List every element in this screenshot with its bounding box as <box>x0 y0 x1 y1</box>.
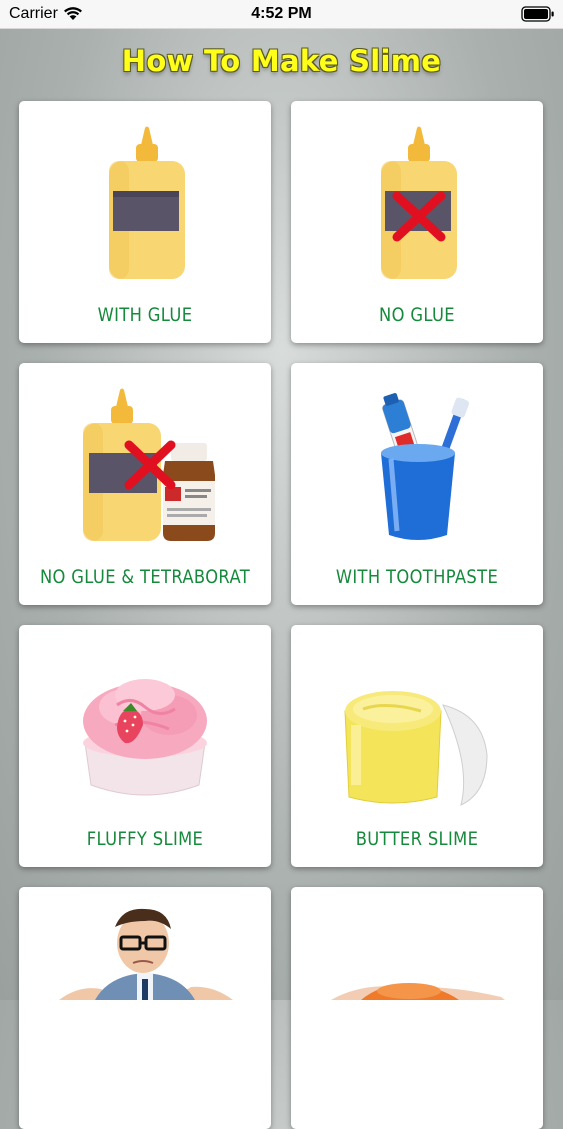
recipe-card-no-glue-tetraborat[interactable]: NO GLUE & TETRABORAT <box>19 363 271 605</box>
glue-bottle-crossed-image <box>381 126 457 279</box>
battery-icon <box>521 6 555 27</box>
pink-fluffy-slime-image <box>83 679 207 796</box>
recipe-label: BUTTER SLIME <box>355 828 479 850</box>
clock: 4:52 PM <box>251 5 312 22</box>
recipe-card-with-glue[interactable]: WITH GLUE <box>19 101 271 343</box>
glue-and-medicine-image <box>83 388 215 541</box>
recipe-card-no-glue[interactable]: NO GLUE <box>291 101 543 343</box>
status-bar: Carrier 4:52 PM <box>0 0 563 29</box>
recipe-card-confused-man[interactable] <box>19 887 271 1129</box>
confused-man-image <box>59 908 233 1000</box>
glue-bottle-image <box>109 126 185 279</box>
recipe-card-butter-slime[interactable]: BUTTER SLIME <box>291 625 543 867</box>
recipe-label: NO GLUE & TETRABORAT <box>39 566 251 588</box>
recipe-label: NO GLUE <box>379 304 455 326</box>
orange-slime-hand-image <box>331 983 505 1000</box>
recipe-card-fluffy-slime[interactable]: FLUFFY SLIME <box>19 625 271 867</box>
recipe-label: WITH GLUE <box>97 304 193 326</box>
recipe-card-with-toothpaste[interactable]: WITH TOOTHPASTE <box>291 363 543 605</box>
page-title: How To Make Slime <box>121 44 442 78</box>
yellow-butter-slime-image <box>344 691 488 806</box>
toothpaste-cup-image <box>381 393 470 540</box>
recipe-label: WITH TOOTHPASTE <box>335 566 499 588</box>
recipe-label: FLUFFY SLIME <box>86 828 204 850</box>
recipe-card-orange-slime[interactable] <box>291 887 543 1129</box>
